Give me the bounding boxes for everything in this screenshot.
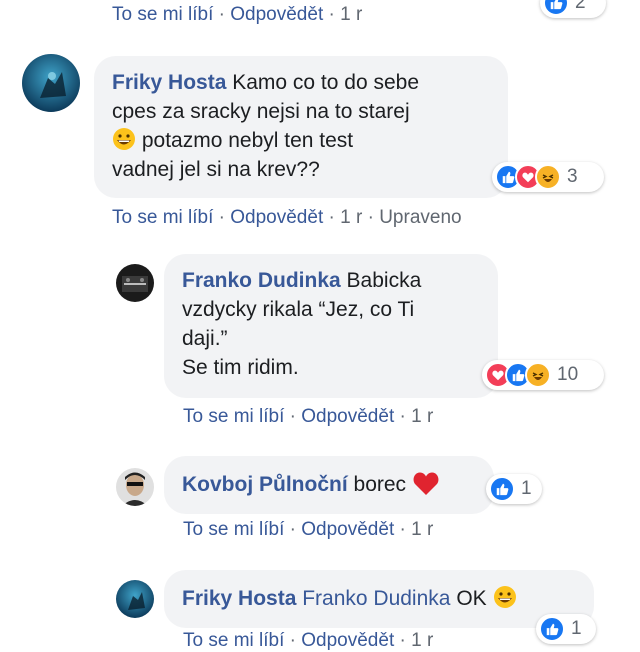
reply-link[interactable]: Odpovědět	[230, 4, 323, 25]
reaction-count: 2	[575, 0, 586, 13]
like-link[interactable]: To se mi líbí	[183, 630, 284, 651]
comment-text: borec	[353, 473, 407, 496]
avatar[interactable]	[22, 54, 80, 112]
reaction-summary[interactable]: 10	[482, 360, 604, 390]
comment-author[interactable]: Friky Hosta	[112, 71, 226, 94]
comment-text: Kamo co to do sebe	[232, 71, 420, 94]
separator: ·	[289, 519, 296, 540]
comment-text: Se tim ridim.	[182, 356, 299, 379]
comment-bubble: Franko Dudinka Babicka vzdycky rikala “J…	[164, 254, 498, 398]
comment-author[interactable]: Franko Dudinka	[182, 269, 341, 292]
reaction-count: 10	[557, 364, 579, 385]
red-heart-emoji-icon	[412, 470, 440, 496]
like-link[interactable]: To se mi líbí	[183, 519, 284, 540]
like-reaction-icon	[543, 0, 569, 16]
reply-link[interactable]: Odpovědět	[301, 630, 394, 651]
avatar[interactable]	[116, 468, 154, 506]
reply-link[interactable]: Odpovědět	[230, 207, 323, 228]
grinning-emoji-icon	[112, 127, 136, 151]
edited-label[interactable]: Upraveno	[379, 207, 461, 228]
comment-text: cpes za sracky nejsi na to starej	[112, 100, 410, 123]
comment-actions-top: To se mi líbí · Odpovědět · 1 r	[112, 4, 362, 26]
comment-bubble: Friky Hosta Kamo co to do sebe cpes za s…	[94, 56, 508, 198]
comment-actions: To se mi líbí · Odpovědět · 1 r	[183, 406, 433, 428]
separator: ·	[218, 207, 225, 228]
separator: ·	[289, 406, 296, 427]
mention-link[interactable]: Franko Dudinka	[302, 587, 450, 610]
haha-reaction-icon	[525, 362, 551, 388]
like-link[interactable]: To se mi líbí	[112, 207, 213, 228]
comment-text: daji.”	[182, 327, 228, 350]
reaction-summary[interactable]: 1	[486, 474, 542, 504]
like-link[interactable]: To se mi líbí	[112, 4, 213, 25]
separator: ·	[328, 207, 335, 228]
reply-link[interactable]: Odpovědět	[301, 406, 394, 427]
comment-actions: To se mi líbí · Odpovědět · 1 r	[183, 630, 433, 652]
comment-actions: To se mi líbí · Odpovědět · 1 r · Uprave…	[112, 207, 462, 229]
timestamp[interactable]: 1 r	[340, 4, 362, 25]
comment-text: vadnej jel si na krev??	[112, 158, 320, 181]
avatar[interactable]	[116, 580, 154, 618]
reply-link[interactable]: Odpovědět	[301, 519, 394, 540]
comment-author[interactable]: Kovboj Půlnoční	[182, 473, 348, 496]
comment-author[interactable]: Friky Hosta	[182, 587, 296, 610]
reaction-count: 3	[567, 166, 578, 187]
reaction-summary[interactable]: 2	[540, 0, 606, 18]
separator: ·	[399, 519, 406, 540]
timestamp[interactable]: 1 r	[411, 519, 433, 540]
separator: ·	[289, 630, 296, 651]
separator: ·	[399, 630, 406, 651]
separator: ·	[367, 207, 374, 228]
like-reaction-icon	[489, 476, 515, 502]
comment-text: Babicka	[346, 269, 422, 292]
comment-text: OK	[456, 587, 487, 610]
separator: ·	[218, 4, 225, 25]
avatar[interactable]	[116, 264, 154, 302]
like-link[interactable]: To se mi líbí	[183, 406, 284, 427]
separator: ·	[399, 406, 406, 427]
timestamp[interactable]: 1 r	[340, 207, 362, 228]
timestamp[interactable]: 1 r	[411, 630, 433, 651]
haha-reaction-icon	[535, 164, 561, 190]
separator: ·	[328, 4, 335, 25]
comment-text: vzdycky rikala “Jez, co Ti	[182, 298, 415, 321]
comment-actions: To se mi líbí · Odpovědět · 1 r	[183, 519, 433, 541]
like-reaction-icon	[539, 616, 565, 642]
reaction-summary[interactable]: 3	[492, 162, 604, 192]
timestamp[interactable]: 1 r	[411, 406, 433, 427]
reaction-count: 1	[571, 618, 582, 639]
comment-bubble: Kovboj Půlnoční borec	[164, 456, 494, 514]
comment-bubble: Friky Hosta Franko Dudinka OK	[164, 570, 594, 628]
grinning-emoji-icon	[493, 585, 517, 609]
comment-text: potazmo nebyl ten test	[141, 129, 354, 152]
reaction-count: 1	[521, 478, 532, 499]
